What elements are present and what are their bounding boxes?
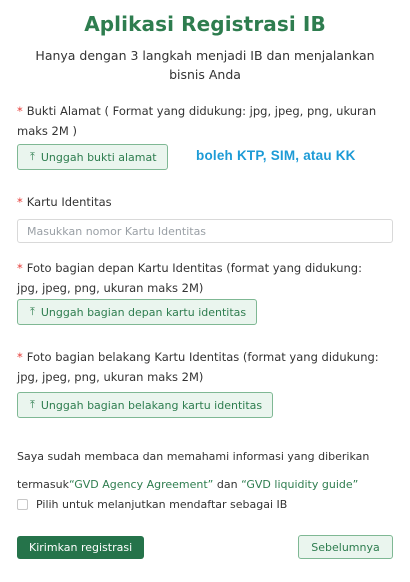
required-mark: * (17, 261, 23, 275)
agreement-text-middle: dan (213, 478, 242, 491)
required-mark: * (17, 195, 23, 209)
upload-address-proof-label: Unggah bukti alamat (40, 150, 157, 164)
upload-icon: ⤒ (30, 305, 35, 318)
agency-agreement-link[interactable]: “GVD Agency Agreement” (69, 478, 213, 491)
required-mark: * (17, 350, 23, 364)
address-proof-label: * Bukti Alamat ( Format yang didukung: jp… (17, 101, 387, 141)
address-proof-note: boleh KTP, SIM, atau KK (196, 148, 356, 163)
page-title: Aplikasi Registrasi IB (84, 12, 326, 36)
continue-checkbox-row[interactable]: Pilih untuk melanjutkan mendaftar sebaga… (17, 498, 287, 511)
id-back-label-text: Foto bagian belakang Kartu Identitas (fo… (17, 350, 379, 384)
liquidity-guide-link[interactable]: “GVD liquidity guide” (241, 478, 358, 491)
id-front-label-text: Foto bagian depan Kartu Identitas (forma… (17, 261, 362, 295)
upload-address-proof-button[interactable]: ⤒ Unggah bukti alamat (17, 144, 168, 170)
id-front-label: * Foto bagian depan Kartu Identitas (form… (17, 258, 387, 298)
id-card-number-input[interactable] (17, 219, 393, 243)
previous-button[interactable]: Sebelumnya (298, 535, 393, 559)
upload-id-front-button[interactable]: ⤒ Unggah bagian depan kartu identitas (17, 299, 258, 325)
address-proof-label-text: Bukti Alamat ( Format yang didukung: jpg… (17, 104, 377, 138)
continue-checkbox[interactable] (17, 499, 28, 510)
page-subtitle: Hanya dengan 3 langkah menjadi IB dan me… (35, 48, 375, 82)
upload-id-front-label: Unggah bagian depan kartu identitas (40, 305, 247, 319)
agreement-text: Saya sudah membaca dan memahami informas… (17, 443, 397, 499)
id-card-label: * Kartu Identitas (17, 192, 112, 212)
upload-id-back-button[interactable]: ⤒ Unggah bagian belakang kartu identitas (17, 392, 274, 418)
upload-icon: ⤒ (30, 398, 35, 411)
submit-registration-button[interactable]: Kirimkan registrasi (17, 536, 145, 559)
id-back-label: * Foto bagian belakang Kartu Identitas (f… (17, 347, 387, 387)
upload-id-back-label: Unggah bagian belakang kartu identitas (40, 398, 263, 412)
continue-checkbox-label: Pilih untuk melanjutkan mendaftar sebaga… (36, 498, 288, 511)
upload-icon: ⤒ (30, 150, 35, 163)
id-card-label-text: Kartu Identitas (26, 195, 112, 209)
required-mark: * (17, 104, 23, 118)
